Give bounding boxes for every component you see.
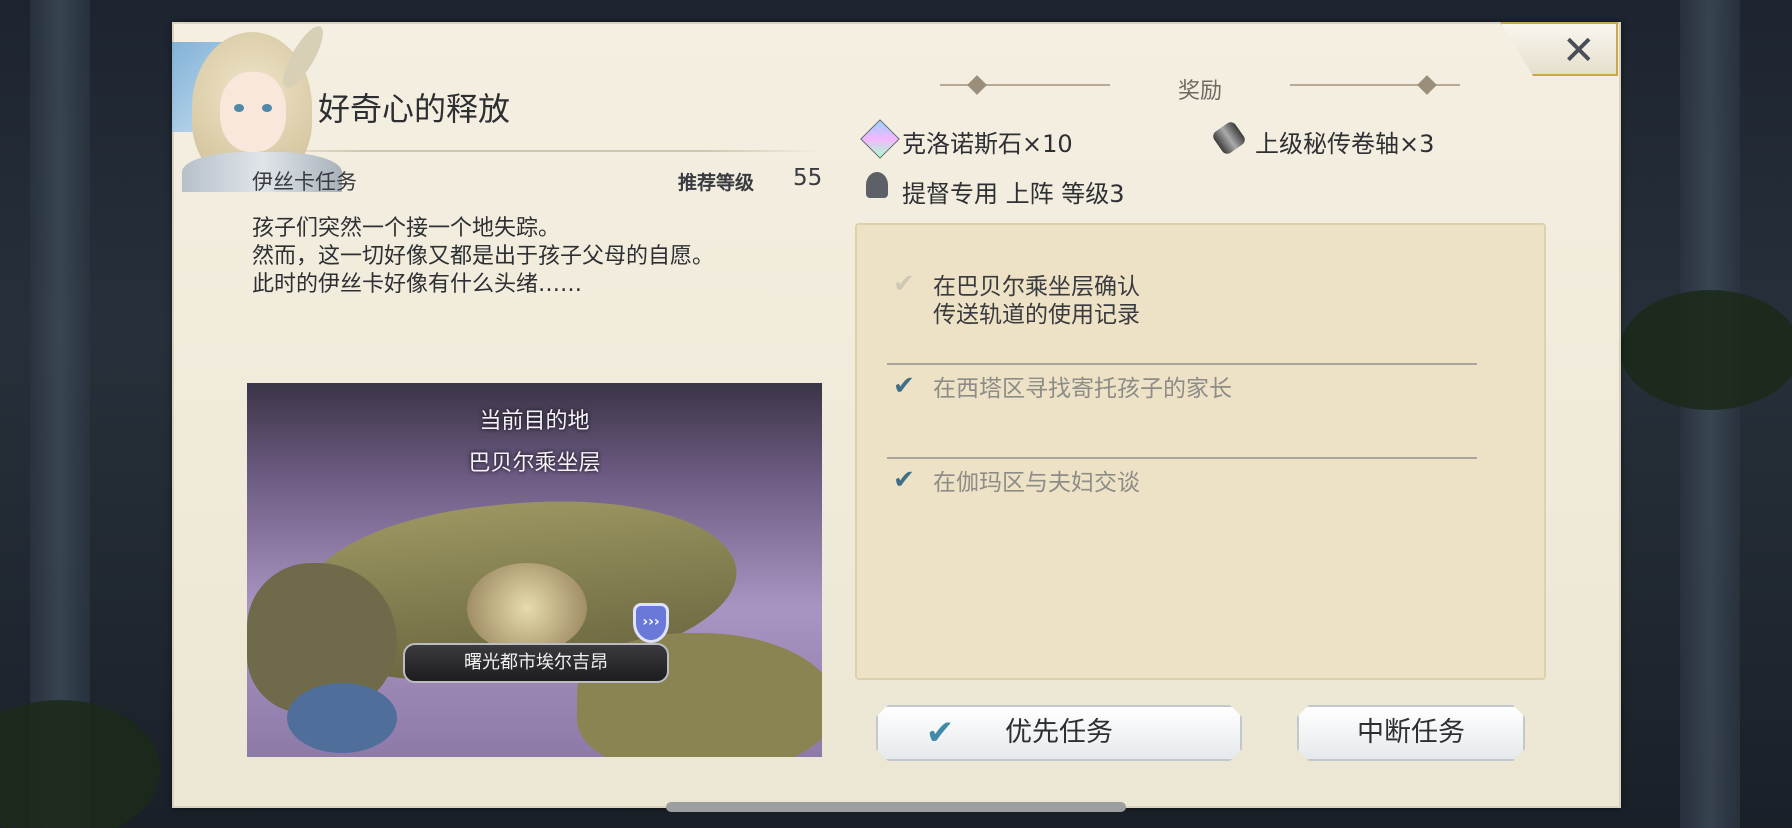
background-foliage xyxy=(1620,290,1792,410)
description-line: 然而，这一切好像又都是出于孩子父母的自愿。 xyxy=(252,244,715,269)
background-pillar xyxy=(1680,0,1740,828)
scrollbar[interactable] xyxy=(666,802,1126,812)
background-foliage xyxy=(0,700,160,828)
quest-title: 好奇心的释放 xyxy=(318,90,511,128)
objective-text: 在西塔区寻找寄托孩子的家长 xyxy=(933,376,1232,402)
objective-divider xyxy=(887,457,1477,459)
objective-item: 在西塔区寻找寄托孩子的家长 xyxy=(933,375,1232,403)
destination-map[interactable]: 当前目的地 巴贝尔乘坐层 ››› 曙光都市埃尔吉昂 xyxy=(247,383,822,757)
objective-divider xyxy=(887,363,1477,365)
objective-text: 传送轨道的使用记录 xyxy=(933,302,1140,328)
objective-list: ✔ 在巴贝尔乘坐层确认 传送轨道的使用记录 ✔ 在西塔区寻找寄托孩子的家长 ✔ … xyxy=(855,223,1546,680)
objective-text: 在巴贝尔乘坐层确认 xyxy=(933,274,1140,300)
reward-item: 提督专用 上阵 等级3 xyxy=(902,180,1125,208)
portrait-eye xyxy=(262,104,272,112)
current-destination-label: 当前目的地 xyxy=(479,409,590,434)
portrait-eye xyxy=(234,104,244,112)
description-line: 孩子们突然一个接一个地失踪。 xyxy=(252,216,561,241)
recommended-level-label: 推荐等级 xyxy=(678,172,755,194)
description-line: 此时的伊丝卡好像有什么头绪…… xyxy=(252,272,583,297)
city-name-label: 曙光都市埃尔吉昂 xyxy=(403,643,669,683)
ornament-diamond xyxy=(967,75,987,95)
close-icon[interactable]: ✕ xyxy=(1562,28,1596,74)
objective-item: 在巴贝尔乘坐层确认 传送轨道的使用记录 xyxy=(933,273,1140,329)
chevrons-icon[interactable]: ››› xyxy=(633,603,669,643)
priority-quest-button[interactable]: ✔ 优先任务 xyxy=(876,705,1242,761)
abort-quest-button[interactable]: 中断任务 xyxy=(1297,705,1525,761)
destination-name: 巴贝尔乘坐层 xyxy=(468,451,601,476)
reward-item: 上级秘传卷轴×3 xyxy=(1255,130,1435,158)
rewards-header: 奖励 xyxy=(1177,79,1222,104)
check-icon: ✔ xyxy=(893,371,915,401)
abort-quest-label: 中断任务 xyxy=(1357,717,1465,748)
map-lake xyxy=(287,683,397,753)
objective-item: 在伽玛区与夫妇交谈 xyxy=(933,469,1140,497)
ornament-diamond xyxy=(1417,75,1437,95)
priority-quest-label: 优先任务 xyxy=(1005,717,1113,748)
checkbox-icon: ✔ xyxy=(925,713,955,753)
quest-category: 伊丝卡任务 xyxy=(252,170,357,194)
objective-text: 在伽玛区与夫妇交谈 xyxy=(933,470,1140,496)
ornament-line xyxy=(940,84,1110,86)
check-icon: ✔ xyxy=(893,269,915,299)
quest-description: 孩子们突然一个接一个地失踪。 然而，这一切好像又都是出于孩子父母的自愿。 此时的… xyxy=(252,215,714,299)
map-city xyxy=(467,563,587,653)
check-icon: ✔ xyxy=(893,465,915,495)
reward-item: 克洛诺斯石×10 xyxy=(902,130,1073,158)
portrait-face xyxy=(220,72,286,152)
recommended-level-value: 55 xyxy=(793,165,823,191)
person-icon xyxy=(866,172,888,198)
title-divider xyxy=(250,150,820,152)
